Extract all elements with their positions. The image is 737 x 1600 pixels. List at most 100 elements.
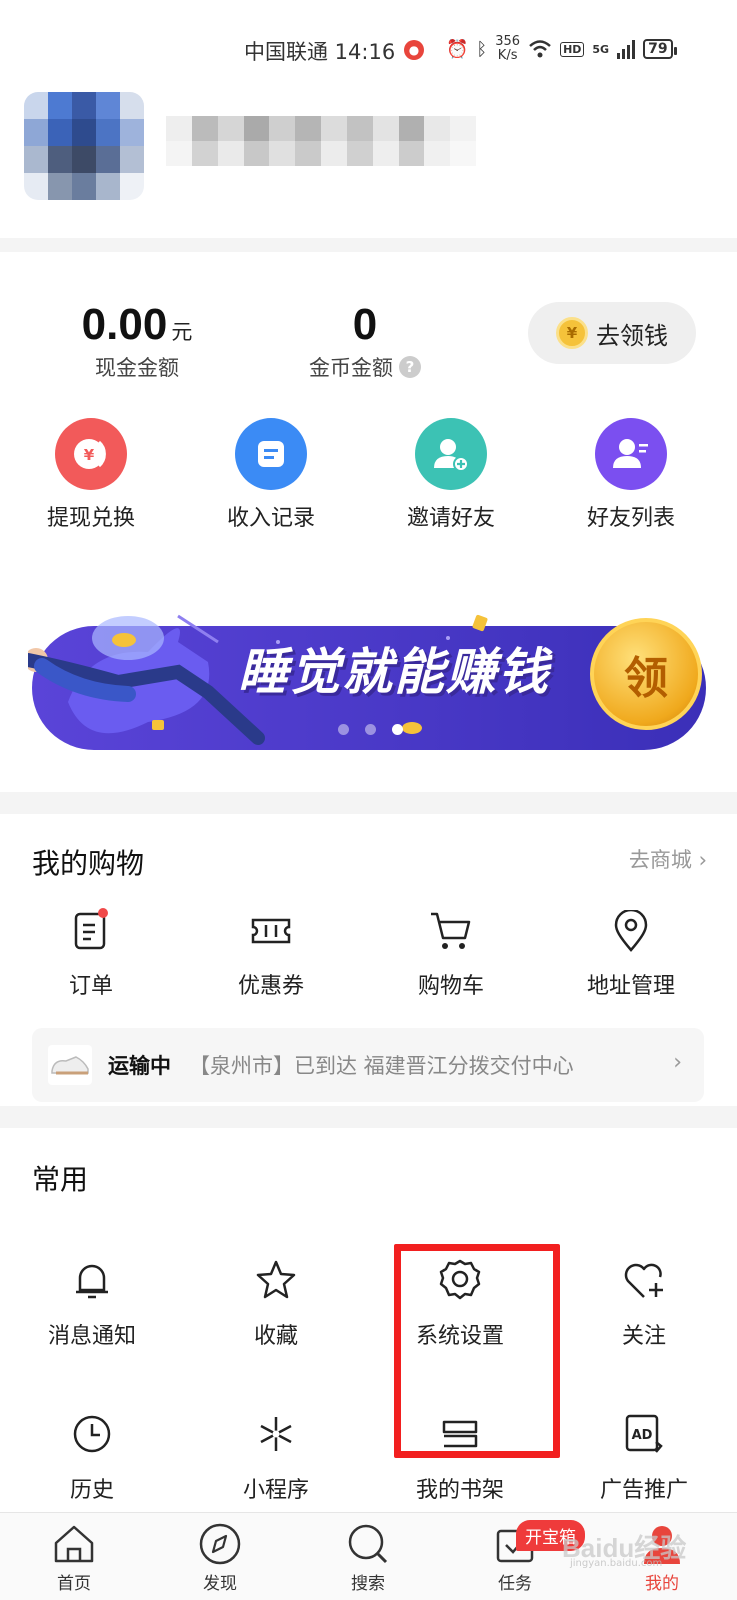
shop-item-cart[interactable]: 购物车 [386,908,516,1000]
pagination-dot-active [392,724,403,735]
shopping-section: 我的购物 去商城 › 订单 优惠券 购物车 地址管理 运输中 【泉州市】已到达 … [0,814,737,1106]
ad-icon: AD [574,1410,714,1458]
svg-text:¥: ¥ [84,446,95,464]
shop-item-address[interactable]: 地址管理 [566,908,696,1000]
help-icon[interactable]: ? [399,356,421,378]
quick-action-income-record[interactable]: 收入记录 [206,418,336,532]
coin-balance[interactable]: 0 金币金额 ? [300,300,430,382]
common-item-follow[interactable]: 关注 [574,1256,714,1350]
common-item-label: 我的书架 [415,1478,504,1503]
status-bar: 中国联通 14:16 ● ⏰ ᛒ 356 K/s HD 5G 79 [0,0,737,96]
shop-item-coupons[interactable]: 优惠券 [206,908,336,1000]
search-icon [323,1521,413,1567]
promo-banner[interactable]: 睡觉就能赚钱 领 [21,602,710,754]
notification-dot [98,908,108,918]
common-item-history[interactable]: 历史 [22,1410,162,1504]
go-to-mall-label: 去商城 [628,848,692,872]
tab-home[interactable]: 首页 [29,1521,119,1594]
home-icon [29,1521,119,1567]
tab-label: 首页 [57,1574,91,1594]
highlight-box [394,1244,560,1458]
nickname-blurred [166,116,476,166]
bluetooth-icon: ᛒ [476,38,488,60]
quick-action-label: 好友列表 [586,506,675,531]
coin-label-row: 金币金额 ? [300,352,430,382]
shop-item-orders[interactable]: 订单 [26,908,156,1000]
bell-icon [22,1256,162,1304]
quick-action-friend-list[interactable]: 好友列表 [566,418,696,532]
cash-unit: 元 [171,320,193,344]
common-item-label: 消息通知 [47,1324,136,1349]
coin-icon: ¥ [556,317,588,349]
avatar[interactable] [24,92,144,200]
quick-action-invite-friends[interactable]: 邀请好友 [386,418,516,532]
banner-pagination [338,724,403,735]
common-item-label: 小程序 [242,1478,309,1503]
claim-coin-icon: 领 [590,618,702,730]
heart-plus-icon [574,1256,714,1304]
product-thumbnail [48,1045,92,1085]
shop-item-label: 地址管理 [586,974,675,999]
cash-balance[interactable]: 0.00 元 现金金额 [70,300,204,382]
common-item-ad-promotion[interactable]: AD 广告推广 [574,1410,714,1504]
svg-text:AD: AD [632,1428,653,1443]
common-item-notifications[interactable]: 消息通知 [22,1256,162,1350]
quick-action-withdraw[interactable]: ¥ 提现兑换 [26,418,156,532]
tab-label: 任务 [498,1574,532,1594]
mini-program-icon [206,1410,346,1458]
location-icon [566,908,696,954]
common-item-label: 广告推广 [599,1478,688,1503]
common-item-mini-program[interactable]: 小程序 [206,1410,346,1504]
chevron-right-icon: › [698,848,707,872]
withdraw-icon: ¥ [55,418,127,490]
pagination-dot [338,724,349,735]
invite-friend-icon [415,418,487,490]
common-item-label: 收藏 [253,1324,298,1349]
coupon-icon [206,908,336,954]
profile-header[interactable] [0,86,737,238]
claim-money-label: 去领钱 [596,321,668,350]
status-icons: ⏰ ᛒ 356 K/s HD 5G 79 [446,34,678,64]
watermark-url: jingyan.baidu.com [570,1558,663,1569]
hd-icon: HD [560,41,585,57]
carrier-time: 中国联通 14:16 [244,40,396,64]
common-item-label: 历史 [69,1478,114,1503]
quick-action-label: 提现兑换 [46,506,135,531]
shipping-detail: 【泉州市】已到达 福建晋江分拨交付中心 [189,1054,574,1078]
net-speed-value: 356 [495,34,521,49]
coin-amount: 0 [352,300,378,349]
tab-search[interactable]: 搜索 [323,1521,413,1594]
screen-record-icon: ● [404,40,424,60]
banner-text: 睡觉就能赚钱 [238,643,550,701]
coin-label: 金币金额 [309,356,393,380]
cash-amount: 0.00 [81,300,168,349]
shipping-status-row[interactable]: 运输中 【泉州市】已到达 福建晋江分拨交付中心 › [32,1028,704,1102]
shop-item-label: 购物车 [417,974,484,999]
star-icon [206,1256,346,1304]
quick-action-label: 邀请好友 [406,506,495,531]
section-title: 我的购物 [32,847,145,880]
tab-label: 搜索 [351,1574,385,1594]
friend-list-icon [595,418,667,490]
tab-label: 我的 [645,1574,679,1594]
go-to-mall-link[interactable]: 去商城 › [629,844,707,874]
cart-icon [386,908,516,954]
wallet-card: 0.00 元 现金金额 0 金币金额 ? ¥ 去领钱 ¥ 提现兑换 收入记录 邀请… [0,252,737,792]
claim-money-button[interactable]: ¥ 去领钱 [528,302,696,364]
shop-item-label: 订单 [68,974,113,999]
tab-discover[interactable]: 发现 [175,1521,265,1594]
section-title: 常用 [32,1163,89,1196]
shop-item-label: 优惠券 [237,974,304,999]
alarm-icon: ⏰ [446,38,469,60]
compass-icon [175,1521,265,1567]
shipping-status: 运输中 [108,1054,171,1078]
common-section: 常用 消息通知 收藏 系统设置 关注 历史 小程序 我的书架 AD 广告推广 [0,1128,737,1518]
pagination-dot [365,724,376,735]
network-type: 5G [592,42,610,56]
clock-icon [22,1410,162,1458]
cash-label: 现金金额 [95,356,179,380]
record-icon [235,418,307,490]
common-item-favorites[interactable]: 收藏 [206,1256,346,1350]
signal-icon [617,39,636,59]
battery-icon: 79 [643,39,678,59]
